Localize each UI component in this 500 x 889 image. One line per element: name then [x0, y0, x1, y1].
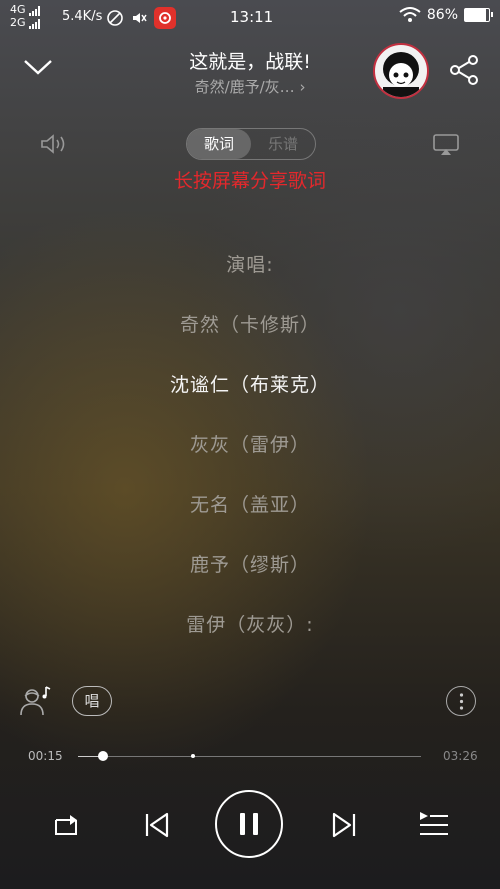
karaoke-icon[interactable] [18, 684, 54, 716]
share-lyrics-hint: 长按屏幕分享歌词 [173, 170, 326, 192]
tab-lyrics[interactable]: 歌词 [187, 129, 251, 159]
network-type-bottom: 2G [10, 16, 26, 29]
repeat-icon[interactable] [50, 810, 82, 840]
status-bar: 4G 2G 5.4K/s 13:11 86% [0, 0, 500, 34]
mute-icon [133, 13, 147, 23]
lyric-line: 鹿予（缪斯） [189, 554, 310, 576]
lyric-line: 奇然（卡修斯） [179, 314, 320, 336]
lyric-line-current: 沈谧仁（布莱克） [169, 374, 330, 396]
share-icon[interactable] [449, 55, 481, 85]
wifi-icon [399, 7, 421, 22]
tab-score[interactable]: 乐谱 [251, 129, 315, 159]
cast-icon[interactable] [432, 133, 460, 157]
battery-icon [464, 8, 493, 22]
lyric-line: 演唱: [226, 254, 274, 276]
lyric-line: 雷伊（灰灰）: [186, 614, 314, 636]
network-speed: 5.4K/s [62, 9, 103, 24]
battery-percent: 86% [426, 7, 458, 23]
pause-icon [240, 813, 245, 835]
previous-icon[interactable] [144, 811, 170, 839]
progress-track[interactable] [78, 751, 421, 761]
pause-button[interactable] [215, 790, 283, 858]
netease-music-app-icon [154, 7, 176, 29]
playlist-icon[interactable] [418, 810, 450, 840]
sing-button[interactable]: 唱 [72, 686, 112, 716]
status-time: 13:11 [230, 8, 274, 26]
lyric-line: 灰灰（雷伊） [189, 434, 310, 456]
lyric-line: 无名（盖亚） [189, 494, 310, 516]
pause-icon [253, 813, 258, 835]
lyrics-score-tabs: 歌词 乐谱 [186, 128, 316, 160]
more-options-icon[interactable] [446, 686, 476, 716]
progress-knob[interactable] [98, 751, 109, 761]
current-time: 00:15 [28, 749, 63, 763]
total-time: 03:26 [443, 749, 478, 763]
network-type-top: 4G [10, 3, 26, 16]
cell-signal: 4G 2G [10, 3, 40, 29]
volume-icon[interactable] [40, 133, 70, 155]
next-icon[interactable] [331, 811, 357, 839]
signal-bars-icon [28, 19, 40, 29]
avatar[interactable] [373, 43, 429, 99]
signal-bars-icon [28, 6, 40, 16]
buffer-marker [191, 754, 196, 758]
no-disturb-icon [107, 10, 123, 26]
